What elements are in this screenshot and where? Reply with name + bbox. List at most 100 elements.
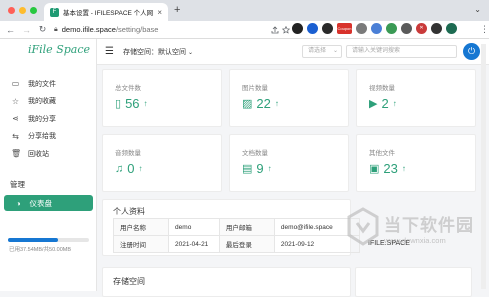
stat-value-row: ▣ 23 ↑ [369, 161, 406, 176]
sidebar-item-1[interactable]: ☆ 我的收藏 [0, 93, 97, 111]
sidebar-nav: ▭ 我的文件 ☆ 我的收藏 ⋖ 我的分享 ⇆ 分享给我 🗑 回收站 [0, 75, 97, 163]
browser-menu-icon[interactable]: ⋮ [480, 24, 489, 35]
stat-label: 其他文件 [369, 150, 395, 157]
profile-table: 用户名称 demo 用户邮箱 demo@ifile.space 注册时间 202… [112, 218, 361, 253]
favicon-icon: F [50, 7, 59, 17]
image-ext-icon[interactable] [356, 23, 367, 34]
sidebar-item-4[interactable]: 🗑 回收站 [0, 145, 97, 163]
sidebar-item-dashboard[interactable]: ◑ 仪表盘 [4, 195, 93, 211]
vpn-ext-icon[interactable] [307, 23, 318, 34]
share-icon[interactable] [271, 26, 279, 34]
url-text: demo.ifile.space/setting/base [61, 25, 159, 34]
close-tab-icon[interactable]: × [157, 8, 162, 17]
close-window-button[interactable] [8, 7, 15, 14]
forward-button[interactable]: → [22, 25, 31, 35]
back-button[interactable]: ← [6, 25, 15, 35]
label-email: 用户邮箱 [218, 218, 275, 236]
bookmark-star-icon[interactable] [282, 26, 290, 34]
browser-tab[interactable]: F 基本设置 - IFILESPACE 个人网盘 × [44, 3, 168, 21]
music-ext-icon[interactable] [431, 23, 442, 34]
sidebar-item-icon: ⇆ [12, 131, 19, 141]
stat-value: 2 [381, 96, 389, 111]
stat-label: 音频数量 [115, 150, 141, 157]
shield-ext-icon[interactable] [386, 23, 397, 34]
stat-label: 图片数量 [242, 85, 268, 92]
stat-label: 文档数量 [242, 150, 268, 157]
profile-avatar-icon[interactable] [446, 23, 457, 34]
value-username: demo [168, 218, 220, 236]
stat-card: 其他文件 ▣ 23 ↑ [356, 134, 476, 192]
space-value: 默认空间 [158, 49, 186, 56]
stat-icon: ▤ [242, 163, 253, 175]
manage-section-label: 管理 [10, 180, 25, 189]
minimize-window-button[interactable] [19, 7, 26, 14]
sidebar-item-label: 我的分享 [28, 115, 56, 123]
stat-icon: ▨ [242, 98, 253, 110]
sidebar-item-0[interactable]: ▭ 我的文件 [0, 75, 97, 93]
top-header: ☰ 存储空间：默认空间 ⌄ 请选择 ⌄ 请输入关键词搜索 ⏻ [97, 39, 489, 65]
reload-button[interactable]: ↻ [38, 24, 47, 35]
stat-label: 总文件数 [115, 85, 141, 92]
value-last-login: 2021-09-12 [273, 235, 361, 253]
search-type-select[interactable]: 请选择 ⌄ [302, 45, 342, 58]
stat-value: 23 [383, 161, 398, 176]
menu-toggle-icon[interactable]: ☰ [105, 46, 114, 57]
sidebar-item-icon: ☆ [11, 96, 20, 106]
chevron-down-icon: ⌄ [332, 48, 338, 54]
sidebar-item-label: 回收站 [28, 150, 49, 158]
dashboard-icon: ◑ [16, 198, 21, 208]
stat-value: 0 [127, 161, 135, 176]
sidebar-item-label: 分享给我 [28, 133, 56, 141]
sidebar-item-label: 我的文件 [28, 80, 56, 88]
stat-icon: ▯ [115, 98, 122, 110]
storage-card: 存储空间 [102, 267, 351, 297]
cookie-ext-icon[interactable] [322, 23, 333, 34]
sidebar-item-2[interactable]: ⋖ 我的分享 [0, 110, 97, 128]
stat-value: 22 [256, 96, 271, 111]
storage-usage-text: 已用37.54MB/共50.00MB [9, 247, 72, 253]
table-row: 注册时间 2021-04-21 最后登录 2021-09-12 [112, 235, 361, 253]
arrow-up-icon: ↑ [392, 99, 397, 108]
search-input[interactable]: 请输入关键词搜索 [346, 45, 457, 58]
x-ext-icon[interactable]: ✕ [416, 23, 427, 34]
stat-value: 56 [125, 96, 140, 111]
ifile-card [355, 267, 472, 297]
sidebar: iFile Space ▭ 我的文件 ☆ 我的收藏 ⋖ 我的分享 ⇆ 分享给我 🗑 回收站 管理 … [0, 39, 97, 291]
extensions-area: Coupon ✕ [292, 23, 457, 34]
zoom-window-button[interactable] [30, 7, 37, 14]
profile-card: 个人资料 用户名称 demo 用户邮箱 demo@ifile.space 注册时… [102, 199, 361, 256]
stat-value-row: ▯ 56 ↑ [115, 96, 148, 111]
stat-value-row: ▤ 9 ↑ [242, 161, 272, 176]
new-tab-button[interactable]: + [174, 4, 180, 16]
arrow-up-icon: ↑ [143, 99, 148, 108]
tab-search-icon[interactable]: ⌄ [474, 5, 481, 14]
space-label: 存储空间： [123, 49, 158, 56]
profile-title: 个人资料 [113, 207, 145, 216]
tag-ext-icon[interactable]: Coupon [337, 23, 352, 34]
storage-usage-fill [8, 238, 59, 242]
stat-icon: ▣ [369, 163, 380, 175]
browser-tab-strip: F 基本设置 - IFILESPACE 个人网盘 × + ⌄ [0, 0, 489, 21]
table-row: 用户名称 demo 用户邮箱 demo@ifile.space [112, 218, 361, 236]
tab-title: 基本设置 - IFILESPACE 个人网盘 [63, 10, 154, 17]
scrollbar[interactable] [481, 44, 486, 289]
logout-power-icon[interactable]: ⏻ [463, 43, 480, 60]
arrow-up-icon: ↑ [401, 164, 406, 173]
stat-value-row: ▨ 22 ↑ [242, 96, 279, 111]
grid-ext-icon[interactable] [401, 23, 412, 34]
stat-icon: ♫ [115, 162, 124, 175]
stat-card: 文档数量 ▤ 9 ↑ [229, 134, 349, 192]
address-bar[interactable]: 🔒︎ demo.ifile.space/setting/base [54, 23, 269, 36]
sidebar-item-icon: ⋖ [12, 114, 19, 124]
space-switcher[interactable]: 存储空间：默认空间 ⌄ [123, 47, 193, 57]
storage-title: 存储空间 [113, 277, 145, 286]
logo: iFile Space [28, 43, 90, 56]
value-email: demo@ifile.space [273, 218, 361, 236]
puzzle-ext-icon[interactable] [371, 23, 382, 34]
stat-card: 图片数量 ▨ 22 ↑ [229, 69, 349, 127]
circle-ext-icon[interactable] [292, 23, 303, 34]
sidebar-item-3[interactable]: ⇆ 分享给我 [0, 128, 97, 146]
arrow-up-icon: ↑ [138, 164, 143, 173]
window-controls [8, 7, 37, 14]
sidebar-item-label: 仪表盘 [29, 198, 53, 208]
